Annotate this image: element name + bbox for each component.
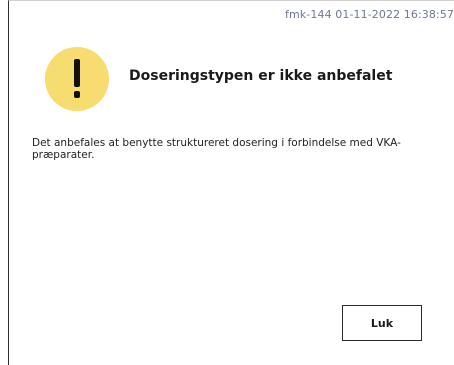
close-button[interactable]: Luk xyxy=(342,305,422,341)
warning-dialog: fmk-144 01-11-2022 16:38:57 Doseringstyp… xyxy=(8,0,454,365)
dialog-message: Det anbefales at benytte struktureret do… xyxy=(32,137,401,161)
warning-icon xyxy=(45,47,109,111)
dialog-meta-info: fmk-144 01-11-2022 16:38:57 xyxy=(285,8,454,21)
dialog-title: Doseringstypen er ikke anbefalet xyxy=(129,68,393,84)
